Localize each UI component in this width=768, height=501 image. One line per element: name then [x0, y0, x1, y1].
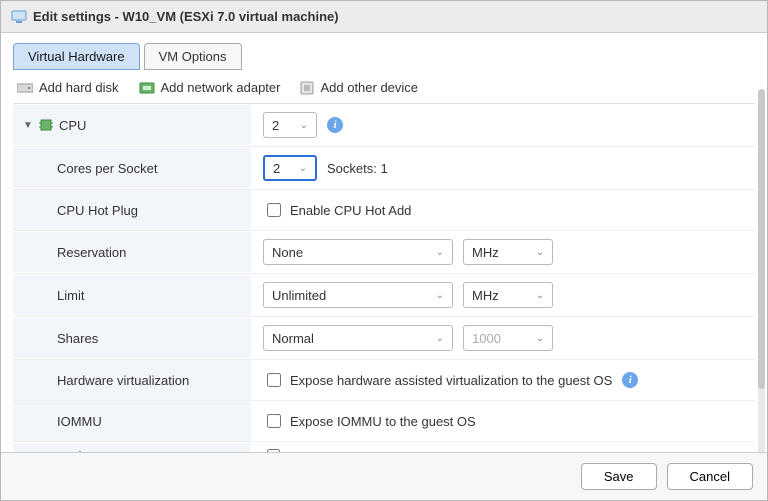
reservation-value-select[interactable]: None⌄ [263, 239, 453, 265]
scrollbar-thumb[interactable] [758, 89, 765, 389]
checkbox-input[interactable] [267, 414, 281, 428]
cpu-value-cell: 2⌄ i [251, 104, 755, 146]
limit-unit-select[interactable]: MHz⌄ [463, 282, 553, 308]
collapse-caret-icon[interactable]: ▼ [23, 120, 33, 131]
toolbar: Add hard disk Add network adapter Add ot… [13, 70, 755, 104]
info-icon[interactable]: i [327, 117, 343, 133]
row-iommu: IOMMU Expose IOMMU to the guest OS [13, 401, 755, 442]
cancel-button[interactable]: Cancel [667, 463, 753, 490]
chevron-down-icon: ⌄ [300, 120, 308, 131]
dialog-footer: Save Cancel [1, 452, 767, 500]
edit-settings-dialog: Edit settings - W10_VM (ESXi 7.0 virtual… [0, 0, 768, 501]
add-hard-disk-button[interactable]: Add hard disk [17, 80, 119, 95]
cores-per-socket-label: Cores per Socket [57, 161, 157, 176]
cores-per-socket-select[interactable]: 2⌄ [263, 155, 317, 181]
tab-strip: Virtual Hardware VM Options [13, 43, 755, 70]
chevron-down-icon: ⌄ [536, 247, 544, 258]
checkbox-input[interactable] [267, 203, 281, 217]
save-button[interactable]: Save [581, 463, 657, 490]
network-adapter-icon [139, 82, 155, 94]
toolbar-label: Add network adapter [161, 80, 281, 95]
scrollbar-track[interactable] [758, 89, 765, 452]
chevron-down-icon: ⌄ [436, 290, 444, 301]
tab-vm-options[interactable]: VM Options [144, 43, 242, 70]
title-bar: Edit settings - W10_VM (ESXi 7.0 virtual… [1, 1, 767, 33]
row-limit: Limit Unlimited⌄ MHz⌄ [13, 274, 755, 317]
monitor-icon [11, 10, 27, 24]
add-network-adapter-button[interactable]: Add network adapter [139, 80, 281, 95]
enable-cpu-hot-add-checkbox[interactable]: Enable CPU Hot Add [263, 200, 411, 220]
reservation-unit-select[interactable]: MHz⌄ [463, 239, 553, 265]
chevron-down-icon: ⌄ [536, 333, 544, 344]
toolbar-label: Add other device [320, 80, 418, 95]
performance-counters-label: Performance counters [57, 449, 185, 452]
settings-table: ▼ CPU 2⌄ i Cores per Socket 2⌄ S [13, 104, 755, 452]
row-hardware-virtualization: Hardware virtualization Expose hardware … [13, 360, 755, 401]
limit-label: Limit [57, 288, 84, 303]
sockets-text: Sockets: 1 [327, 161, 388, 176]
row-cpu-hot-plug: CPU Hot Plug Enable CPU Hot Add [13, 190, 755, 231]
add-other-device-button[interactable]: Add other device [300, 80, 418, 95]
cpu-hot-plug-label: CPU Hot Plug [57, 203, 138, 218]
expose-hw-virt-checkbox[interactable]: Expose hardware assisted virtualization … [263, 370, 612, 390]
dialog-title: Edit settings - W10_VM (ESXi 7.0 virtual… [33, 9, 339, 24]
device-icon [300, 81, 314, 95]
row-cpu: ▼ CPU 2⌄ i [13, 104, 755, 147]
toolbar-label: Add hard disk [39, 80, 119, 95]
chevron-down-icon: ⌄ [299, 163, 307, 174]
row-cores-per-socket: Cores per Socket 2⌄ Sockets: 1 [13, 147, 755, 190]
hardware-virtualization-label: Hardware virtualization [57, 373, 189, 388]
row-reservation: Reservation None⌄ MHz⌄ [13, 231, 755, 274]
checkbox-input[interactable] [267, 373, 281, 387]
reservation-label: Reservation [57, 245, 126, 260]
limit-value-select[interactable]: Unlimited⌄ [263, 282, 453, 308]
tab-virtual-hardware[interactable]: Virtual Hardware [13, 43, 140, 70]
content-area: Virtual Hardware VM Options Add hard dis… [1, 33, 767, 452]
performance-counters-checkbox[interactable] [267, 449, 280, 452]
iommu-label: IOMMU [57, 414, 102, 429]
row-performance-counters: Performance counters [13, 442, 755, 452]
shares-value-select[interactable]: 1000⌄ [463, 325, 553, 351]
cpu-count-select[interactable]: 2⌄ [263, 112, 317, 138]
cpu-label: CPU [59, 118, 86, 133]
info-icon[interactable]: i [622, 372, 638, 388]
cpu-label-cell: ▼ CPU [13, 105, 251, 145]
chevron-down-icon: ⌄ [436, 247, 444, 258]
row-shares: Shares Normal⌄ 1000⌄ [13, 317, 755, 360]
shares-level-select[interactable]: Normal⌄ [263, 325, 453, 351]
cpu-chip-icon [39, 118, 53, 132]
shares-label: Shares [57, 331, 98, 346]
hard-disk-icon [17, 82, 33, 94]
chevron-down-icon: ⌄ [536, 290, 544, 301]
expose-iommu-checkbox[interactable]: Expose IOMMU to the guest OS [263, 411, 476, 431]
chevron-down-icon: ⌄ [436, 333, 444, 344]
